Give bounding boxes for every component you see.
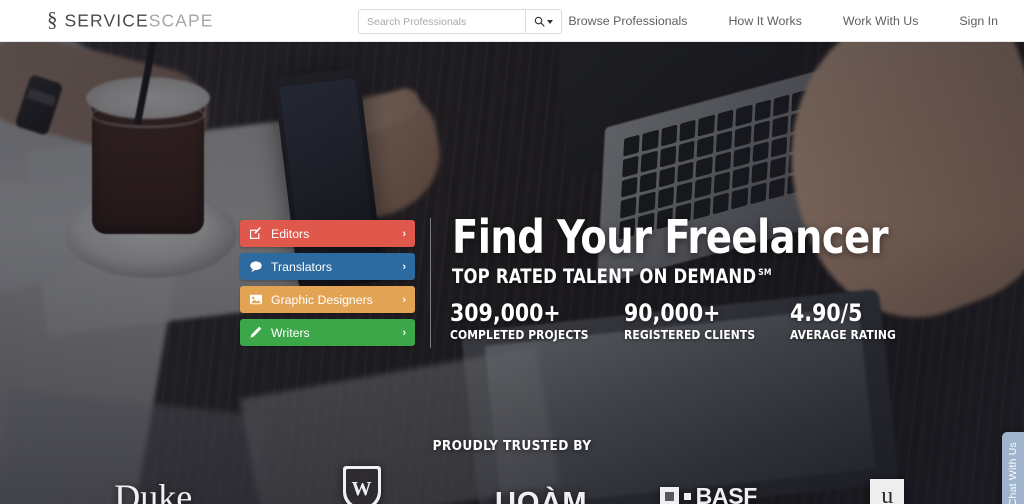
vertical-divider (430, 218, 431, 348)
trusted-by-label: PROUDLY TRUSTED BY (432, 438, 592, 454)
stat-value: 90,000+ (623, 299, 721, 327)
wisconsin-crest-letter: W (351, 478, 372, 500)
category-button-graphic-designers[interactable]: Graphic Designers › (240, 286, 415, 313)
category-button-writers[interactable]: Writers › (240, 319, 415, 346)
service-mark: SM (758, 268, 772, 279)
basf-logo-row: BASF (659, 482, 758, 504)
partner-logo-nantes: u UNIVERSITÉ DE NANTES (829, 478, 946, 504)
duke-name: Duke (114, 477, 193, 504)
basf-dot-icon (683, 492, 691, 500)
stat-completed-projects: 309,000+ COMPLETED PROJECTS (450, 300, 596, 342)
hero-subheadline-text: TOP RATED TALENT ON DEMAND (452, 264, 757, 288)
logo-mark-icon: § (47, 7, 58, 32)
stat-value: 309,000+ (450, 299, 561, 327)
chevron-right-icon: › (402, 293, 406, 306)
chevron-right-icon: › (402, 326, 406, 339)
category-button-editors[interactable]: Editors › (240, 220, 415, 247)
hero-headline: Find Your Freelancer (452, 210, 889, 264)
hero-section: Editors › Translators › Graphic Designer… (0, 42, 1024, 504)
partner-logo-uqam: UQÀM (495, 487, 588, 504)
nav-link-how-it-works[interactable]: How It Works (728, 14, 801, 28)
category-label-graphic-designers: Graphic Designers (271, 292, 373, 307)
search-icon (534, 16, 545, 27)
search-input[interactable] (358, 9, 525, 34)
chat-with-us-label: Chat With Us (1007, 441, 1019, 504)
logo-text-secondary: SCAPE (148, 10, 214, 30)
wisconsin-crest-icon: W (342, 466, 381, 504)
stat-label: COMPLETED PROJECTS (450, 326, 589, 342)
chevron-down-icon (547, 19, 553, 24)
comment-icon (249, 260, 266, 273)
stat-label: AVERAGE RATING (790, 326, 896, 342)
category-label-translators: Translators (271, 259, 333, 274)
chat-with-us-tab[interactable]: Chat With Us (1002, 432, 1024, 504)
logo-text-primary: SERVICE (64, 10, 149, 30)
chevron-right-icon: › (402, 260, 406, 273)
partner-logo-basf: BASF We create chemistry (659, 482, 758, 504)
partner-logo-row: Duke U N I V E R S I T Y W WISCONSIN UNI… (0, 466, 1024, 504)
stat-average-rating: 4.90/5 AVERAGE RATING (790, 300, 902, 342)
pen-square-icon (249, 227, 266, 240)
nantes-mark-letter: u (881, 482, 894, 504)
category-label-editors: Editors (271, 226, 310, 241)
category-label-writers: Writers (271, 325, 310, 340)
uqam-name: UQÀM (494, 487, 588, 504)
search-button[interactable] (525, 9, 562, 34)
nav-link-work-with-us[interactable]: Work With Us (843, 14, 919, 28)
chevron-right-icon: › (402, 227, 406, 240)
nav-link-sign-in[interactable]: Sign In (959, 14, 998, 28)
search-form (358, 9, 562, 34)
stat-value: 4.90/5 (790, 299, 863, 327)
logo-wordmark: SERVICESCAPE (65, 10, 214, 31)
hero-statistics: 309,000+ COMPLETED PROJECTS 90,000+ REGI… (450, 300, 902, 342)
category-button-translators[interactable]: Translators › (240, 253, 415, 280)
nav-link-browse-professionals[interactable]: Browse Professionals (568, 14, 687, 28)
image-icon (249, 293, 266, 306)
hero-content: Editors › Translators › Graphic Designer… (0, 42, 1024, 504)
pencil-icon (249, 326, 266, 339)
top-navigation-bar: § SERVICESCAPE Browse Professionals How … (0, 0, 1024, 42)
site-logo[interactable]: § SERVICESCAPE (47, 7, 214, 32)
stat-registered-clients: 90,000+ REGISTERED CLIENTS (624, 300, 762, 342)
basf-name: BASF (695, 482, 758, 504)
hero-subheadline: TOP RATED TALENT ON DEMAND SM (452, 265, 893, 288)
stat-label: REGISTERED CLIENTS (623, 326, 756, 342)
category-button-list: Editors › Translators › Graphic Designer… (240, 220, 415, 352)
partner-logo-wisconsin: W WISCONSIN UNIVERSITY OF WISCONSIN-MADI… (300, 466, 423, 504)
basf-square-icon (659, 486, 679, 504)
nantes-mark-icon: u (870, 478, 905, 504)
main-navigation-links: Browse Professionals How It Works Work W… (568, 0, 998, 42)
partner-logo-duke: Duke U N I V E R S I T Y (78, 479, 228, 504)
hero-headline-block: Find Your Freelancer TOP RATED TALENT ON… (452, 214, 921, 288)
